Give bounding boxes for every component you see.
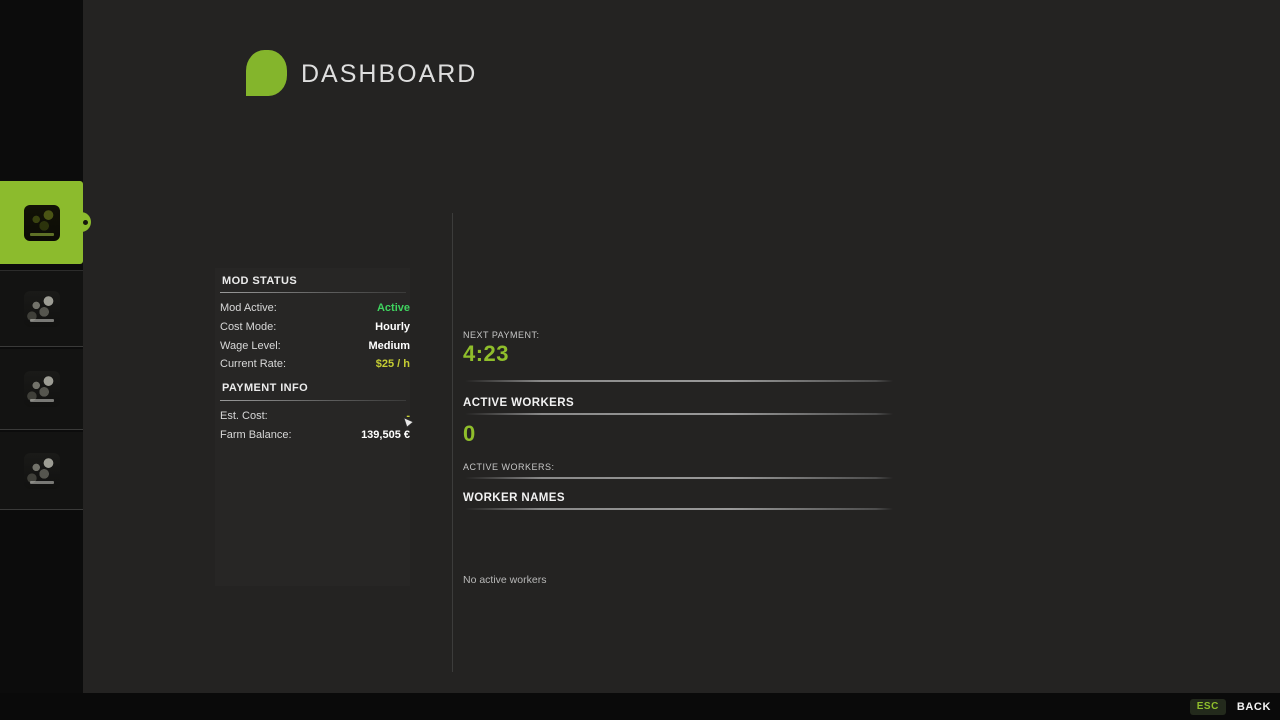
row-farm-balance: Farm Balance: 139,505 € <box>220 428 410 442</box>
row-cost-mode: Cost Mode: Hourly <box>220 320 410 334</box>
active-workers-count: 0 <box>463 421 476 447</box>
active-tab-pointer <box>71 212 91 232</box>
row-value: Medium <box>368 340 410 352</box>
vertical-divider <box>452 213 453 672</box>
row-est-cost: Est. Cost: - <box>220 409 410 423</box>
active-workers-title: ACTIVE WORKERS <box>463 397 574 409</box>
divider <box>465 380 893 382</box>
sidebar <box>0 0 83 720</box>
payment-info-title: PAYMENT INFO <box>222 382 308 394</box>
row-label: Mod Active: <box>220 302 277 314</box>
divider <box>220 292 406 293</box>
row-label: Current Rate: <box>220 358 286 370</box>
status-panel: MOD STATUS Mod Active: Active Cost Mode:… <box>215 268 410 586</box>
row-value: 139,505 € <box>361 429 410 441</box>
page-title: DASHBOARD <box>301 60 477 89</box>
back-button[interactable]: BACK <box>1237 701 1271 713</box>
row-value: Hourly <box>375 321 410 333</box>
divider <box>220 400 406 401</box>
next-payment-value: 4:23 <box>463 341 509 367</box>
mod-icon <box>24 453 60 489</box>
mod-status-title: MOD STATUS <box>222 275 297 287</box>
bottom-bar: ESC BACK <box>0 693 1280 720</box>
esc-key-button[interactable]: ESC <box>1190 699 1226 715</box>
next-payment-label: NEXT PAYMENT: <box>463 330 540 340</box>
mouse-cursor-icon <box>403 417 415 429</box>
divider <box>465 413 893 415</box>
sidebar-tab-dashboard[interactable] <box>0 181 83 264</box>
active-tab-pointer-dot <box>83 220 88 225</box>
mod-icon <box>24 371 60 407</box>
divider <box>465 508 893 510</box>
divider <box>465 477 893 479</box>
mod-icon <box>24 205 60 241</box>
row-label: Wage Level: <box>220 340 281 352</box>
row-wage-level: Wage Level: Medium <box>220 339 410 353</box>
row-label: Est. Cost: <box>220 410 268 422</box>
sidebar-tab-2[interactable] <box>0 270 83 347</box>
row-value: Active <box>377 302 410 314</box>
empty-workers-message: No active workers <box>463 574 546 586</box>
row-label: Cost Mode: <box>220 321 276 333</box>
sidebar-tab-3[interactable] <box>0 349 83 430</box>
row-value: $25 / h <box>376 358 410 370</box>
active-workers-small-label: ACTIVE WORKERS: <box>463 462 555 472</box>
row-label: Farm Balance: <box>220 429 292 441</box>
row-mod-active: Mod Active: Active <box>220 301 410 315</box>
worker-names-title: WORKER NAMES <box>463 492 565 504</box>
mod-icon <box>24 291 60 327</box>
sidebar-tab-4[interactable] <box>0 432 83 510</box>
dashboard-logo-icon <box>246 50 287 96</box>
row-current-rate: Current Rate: $25 / h <box>220 357 410 371</box>
